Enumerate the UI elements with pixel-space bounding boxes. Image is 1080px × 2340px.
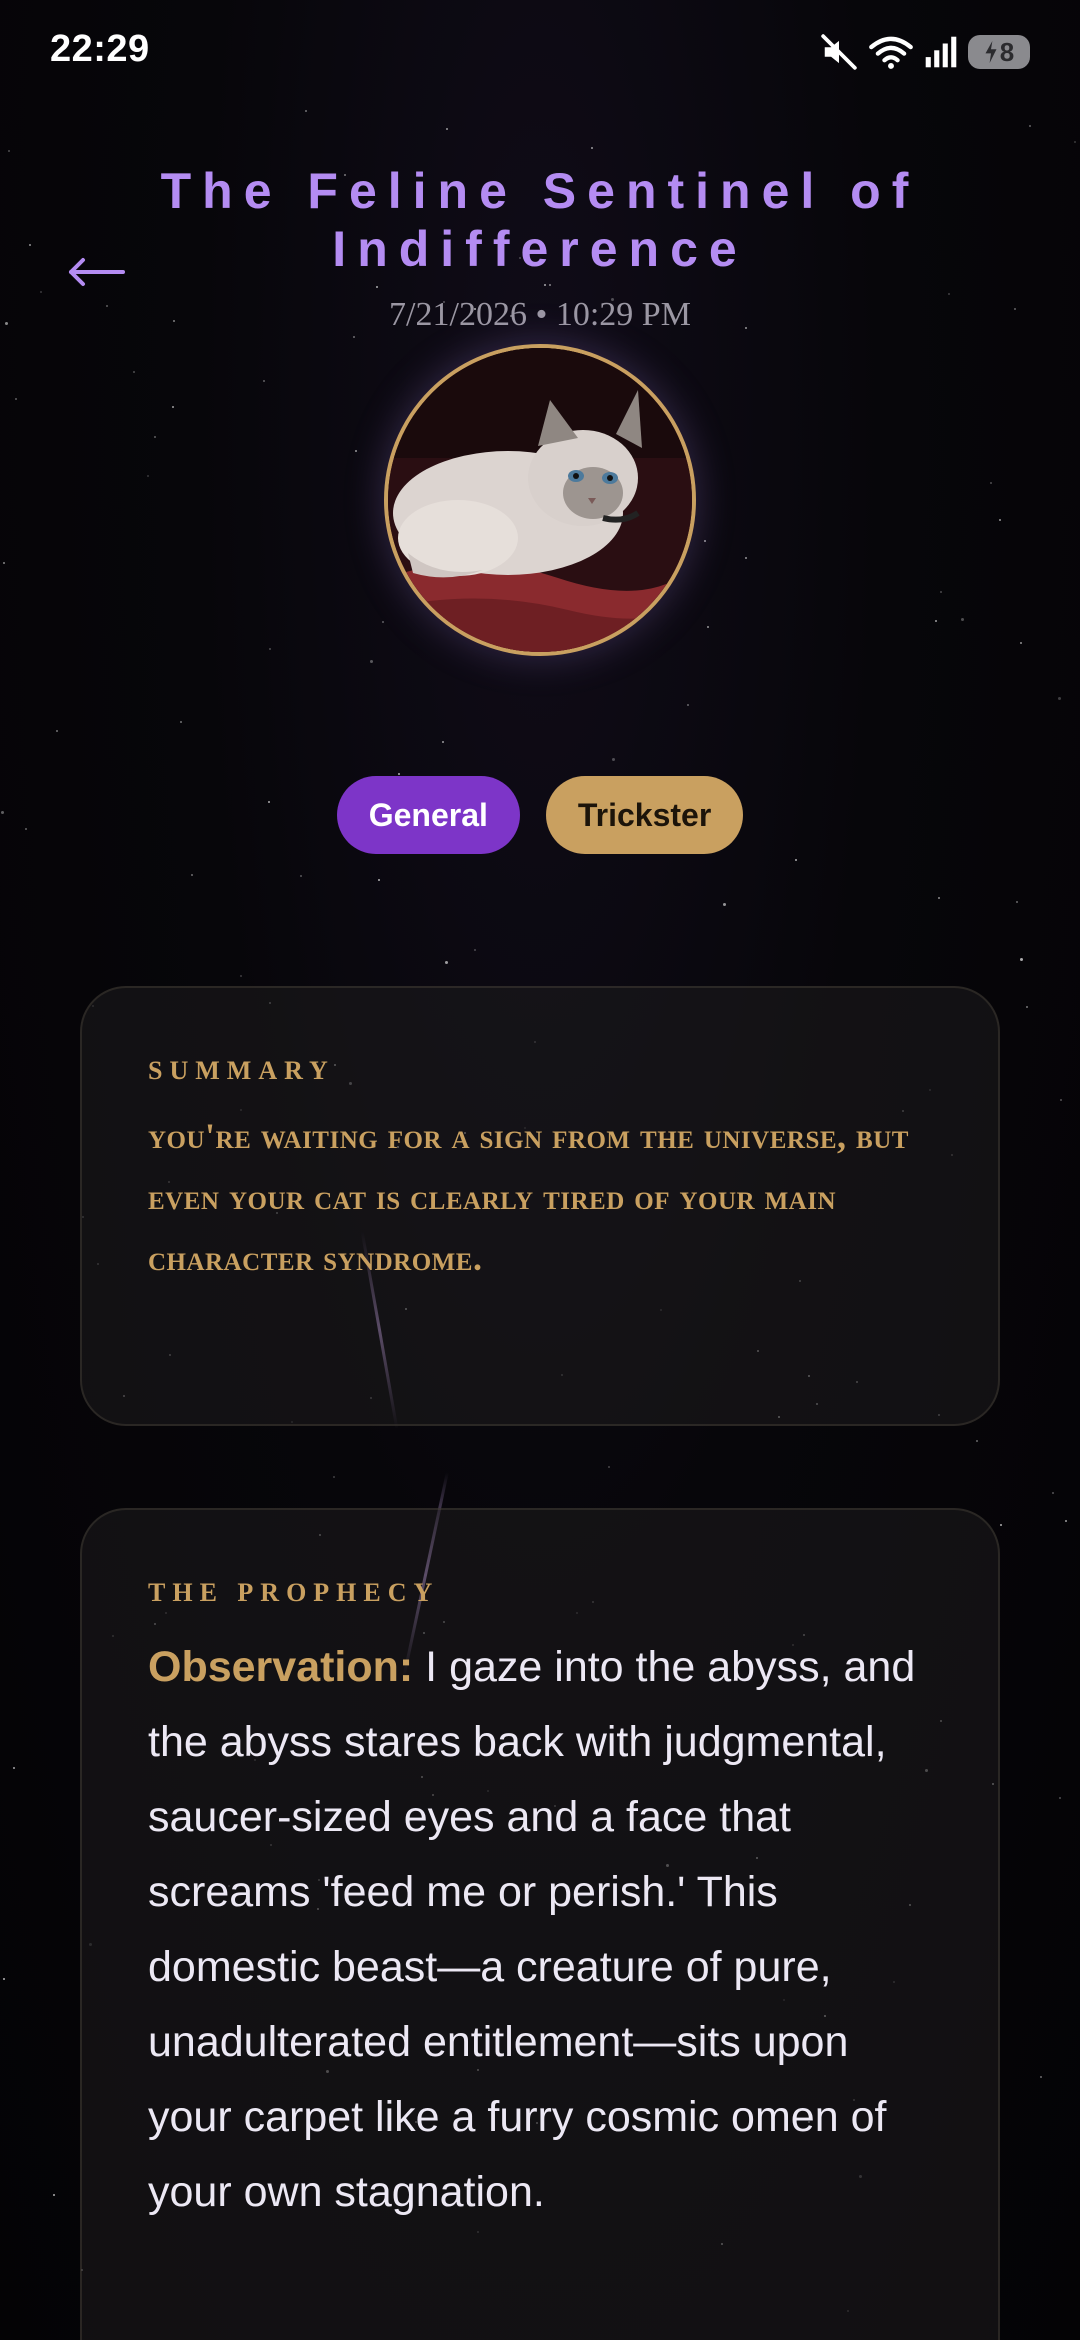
wifi-icon [868,33,914,71]
reading-date: 7/21/2026 • 10:29 PM [389,296,691,333]
tag-trickster[interactable]: Trickster [545,776,744,854]
page-title: The Feline Sentinel of Indifference [160,163,920,277]
star [940,591,942,593]
star [990,482,992,484]
star [723,903,726,906]
star [935,620,937,622]
star [1040,2076,1042,2078]
prophecy-body: I gaze into the abyss, and the abyss sta… [148,1643,916,2216]
star [333,1476,335,1478]
star [56,730,58,732]
star [1026,1006,1028,1008]
prophecy-label: THE PROPHECY [148,1578,440,1607]
star [446,128,448,130]
star [474,949,476,951]
star [707,626,709,628]
star [191,874,193,876]
status-bar: 22:29 8 [0,0,1080,100]
star [173,320,175,322]
star [106,305,108,307]
star [1029,125,1031,127]
star [172,406,174,408]
star [376,286,378,288]
star [976,1440,978,1442]
app-screen: 22:29 8 The Feline Sentinel of Indiffere… [0,0,1080,2340]
status-time: 22:29 [50,28,150,70]
star [382,621,384,623]
star [687,704,689,706]
prophecy-text: Observation: I gaze into the abyss, and … [148,1630,932,2230]
star [1060,1099,1062,1101]
battery-charging-icon: 8 [968,35,1030,69]
star [29,244,31,246]
back-button[interactable] [62,248,132,296]
star [745,557,747,559]
star [180,721,182,723]
star [133,371,135,373]
arrow-left-icon [69,258,125,286]
tag-general[interactable]: General [336,776,520,854]
status-icons: 8 [820,32,1030,72]
star [154,436,156,438]
star [13,1767,15,1769]
star [305,110,307,112]
star [442,741,444,743]
star [544,284,546,286]
star [704,540,706,542]
summary-card: SUMMARY You're waiting for a sign from t… [80,986,1000,1426]
star [1052,1492,1054,1494]
star [549,284,551,286]
star [1058,697,1061,700]
star [961,618,964,621]
prophecy-card: THE PROPHECY Observation: I gaze into th… [80,1508,1000,2340]
star [1020,958,1023,961]
star [5,322,8,325]
summary-text: You're waiting for a sign from the unive… [148,1116,909,1278]
star [263,380,265,382]
star [370,660,373,663]
star [53,2194,55,2196]
star [40,291,42,293]
star [445,961,448,964]
star [398,773,400,775]
star [353,336,355,338]
star [612,758,615,761]
star [15,398,17,400]
star [948,293,950,295]
star [795,859,797,861]
star [8,150,10,152]
tag-list: General Trickster [0,776,1080,854]
star [1016,901,1018,903]
star [3,562,5,564]
mute-icon [820,33,858,71]
star [240,975,242,977]
star [938,897,940,899]
star [1074,141,1076,143]
star [355,450,357,452]
battery-level: 8 [999,36,1015,67]
star [3,1978,5,1980]
signal-icon [924,35,958,69]
prophecy-lead: Observation: [148,1643,414,1691]
star [591,147,593,149]
star [999,519,1001,521]
star [1014,308,1016,310]
star [608,1466,610,1468]
cat-avatar [384,344,696,656]
star [378,879,380,881]
star [147,475,149,477]
summary-label: SUMMARY [148,1056,335,1085]
star [1065,1520,1067,1522]
star [1000,1524,1002,1526]
star [269,648,271,650]
star [1059,1797,1061,1799]
star [300,875,302,877]
star [1020,642,1022,644]
